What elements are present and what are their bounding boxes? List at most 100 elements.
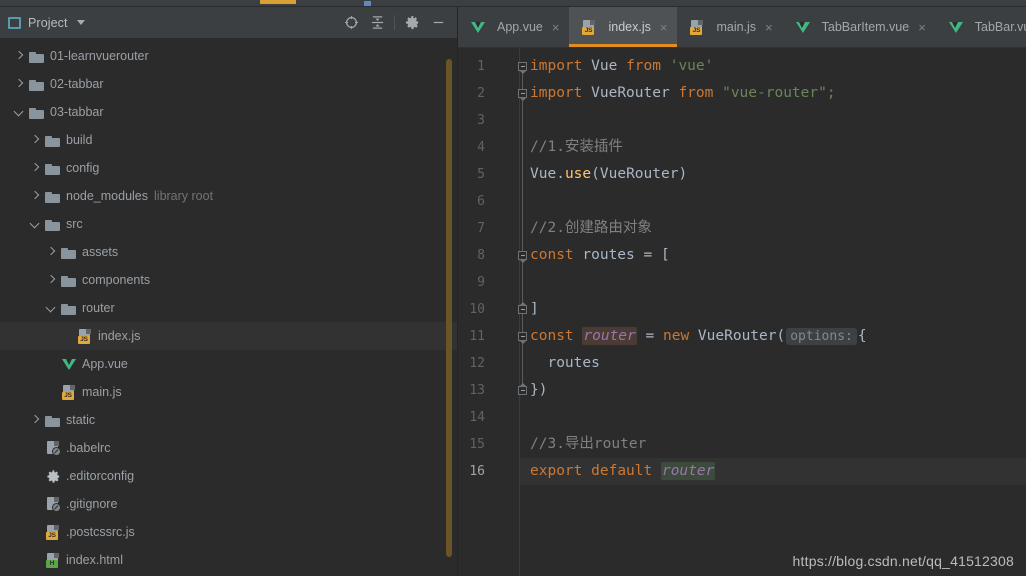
- line-number: 8: [477, 248, 485, 263]
- code-surface[interactable]: import Vue from 'vue' import VueRouter fr…: [520, 48, 1026, 576]
- chevron-down-icon[interactable]: [14, 107, 25, 118]
- editor-tab-index-js[interactable]: JS index.js ×: [569, 7, 678, 47]
- code-line-8[interactable]: const routes = [: [530, 242, 670, 269]
- code-line-7[interactable]: //2.创建路由对象: [530, 215, 652, 242]
- tree-item-label: .babelrc: [66, 441, 111, 455]
- tree-item-build[interactable]: build: [0, 126, 457, 154]
- project-tree[interactable]: 01-learnvuerouter 02-tabbar 03-tabbar build…: [0, 39, 457, 576]
- close-icon[interactable]: ×: [552, 21, 560, 34]
- tree-item-label: .postcssrc.js: [66, 525, 135, 539]
- editor-area[interactable]: 1 2 3 4 5 6 7 8 9 10 11 12 13 14 15 16 import Vue from …: [458, 48, 1026, 576]
- chevron-down-icon[interactable]: [76, 20, 85, 25]
- js-file-icon: JS: [77, 328, 93, 344]
- project-panel-scrollbar[interactable]: [446, 59, 452, 557]
- tree-item-config[interactable]: config: [0, 154, 457, 182]
- js-file-icon: JS: [689, 19, 705, 35]
- project-panel-title: Project: [28, 15, 68, 30]
- tree-item-01-learnvuerouter[interactable]: 01-learnvuerouter: [0, 42, 457, 70]
- tree-item-index-html[interactable]: Hindex.html: [0, 546, 457, 574]
- chevron-down-icon[interactable]: [46, 303, 57, 314]
- project-panel-actions: [338, 10, 451, 36]
- chevron-right-icon[interactable]: [30, 135, 41, 146]
- chevron-right-icon[interactable]: [14, 79, 25, 90]
- code-line-12[interactable]: routes: [530, 350, 599, 377]
- code-line-13[interactable]: }): [530, 377, 547, 404]
- editor-tab-label: main.js: [716, 20, 757, 34]
- editor-tab-app-vue[interactable]: App.vue ×: [458, 7, 570, 47]
- toolbar-orange-marker: [260, 0, 296, 4]
- tree-item-editorconfig[interactable]: .editorconfig: [0, 462, 457, 490]
- tree-item-label: .gitignore: [66, 497, 118, 511]
- editor-tab-main-js[interactable]: JS main.js ×: [677, 7, 783, 47]
- code-line-10[interactable]: ]: [530, 296, 539, 323]
- folder-icon: [45, 132, 61, 148]
- tree-item-src[interactable]: src: [0, 210, 457, 238]
- project-title-group[interactable]: Project: [8, 16, 85, 30]
- vue-file-icon: [795, 19, 811, 35]
- tree-item-index-js[interactable]: JS index.js: [0, 322, 457, 350]
- line-number: 1: [477, 59, 485, 74]
- tree-item-label: index.js: [98, 329, 141, 343]
- editor-pane: App.vue × JS index.js × JS main.js × TabBarItem.…: [458, 7, 1026, 576]
- folder-icon: [45, 216, 61, 232]
- vue-file-icon: [61, 356, 77, 372]
- code-line-2[interactable]: import VueRouter from "vue-router";: [530, 80, 836, 107]
- code-line-5[interactable]: Vue.use(VueRouter): [530, 161, 687, 188]
- tree-item-app-vue[interactable]: App.vue: [0, 350, 457, 378]
- gear-file-icon: [45, 468, 61, 484]
- close-icon[interactable]: ×: [918, 21, 926, 34]
- chevron-right-icon[interactable]: [30, 191, 41, 202]
- collapse-all-icon[interactable]: [364, 10, 390, 36]
- editor-tab-tabbaritem-vue[interactable]: TabBarItem.vue ×: [782, 7, 936, 47]
- line-number: 3: [477, 113, 485, 128]
- tree-item-label: 01-learnvuerouter: [50, 49, 149, 63]
- tree-item-node-modules[interactable]: node_modules library root: [0, 182, 457, 210]
- tree-item-label: .editorconfig: [66, 469, 135, 483]
- gear-icon[interactable]: [399, 10, 425, 36]
- tree-item-label: node_modules: [66, 189, 149, 203]
- chevron-right-icon[interactable]: [46, 275, 57, 286]
- minimize-icon[interactable]: [425, 10, 451, 36]
- code-line-11[interactable]: const router = new VueRouter(options:{: [530, 323, 867, 350]
- chevron-down-icon[interactable]: [30, 219, 41, 230]
- tree-item-main-js[interactable]: JS main.js: [0, 378, 457, 406]
- chevron-right-icon[interactable]: [14, 51, 25, 62]
- tree-item-gitignore[interactable]: .gitignore: [0, 490, 457, 518]
- line-number: 5: [477, 167, 485, 182]
- locate-target-icon[interactable]: [338, 10, 364, 36]
- editor-tab-tabbar-vue[interactable]: TabBar.vue×: [935, 7, 1026, 47]
- line-number: 4: [477, 140, 485, 155]
- code-line-4[interactable]: //1.安装插件: [530, 134, 623, 161]
- line-number: 11: [469, 329, 485, 344]
- tree-item-assets[interactable]: assets: [0, 238, 457, 266]
- close-icon[interactable]: ×: [765, 21, 773, 34]
- editor-gutter[interactable]: 1 2 3 4 5 6 7 8 9 10 11 12 13 14 15 16: [458, 48, 527, 576]
- code-line-16[interactable]: export default router: [530, 458, 716, 485]
- tree-item-03-tabbar[interactable]: 03-tabbar: [0, 98, 457, 126]
- editor-tab-bar[interactable]: App.vue × JS index.js × JS main.js × TabBarItem.…: [458, 7, 1026, 48]
- editor-tab-label: index.js: [608, 20, 651, 34]
- top-toolbar-strip: [0, 0, 1026, 7]
- tree-item-babelrc[interactable]: .babelrc: [0, 434, 457, 462]
- tree-item-02-tabbar[interactable]: 02-tabbar: [0, 70, 457, 98]
- tree-item-static[interactable]: static: [0, 406, 457, 434]
- line-number: 12: [469, 356, 485, 371]
- tree-item-label: 02-tabbar: [50, 77, 104, 91]
- code-line-1[interactable]: import Vue from 'vue': [530, 53, 713, 80]
- tree-item-components[interactable]: components: [0, 266, 457, 294]
- js-file-icon: JS: [581, 19, 597, 35]
- chevron-right-icon[interactable]: [30, 163, 41, 174]
- editor-tab-label: App.vue: [497, 20, 543, 34]
- tree-item-router[interactable]: router: [0, 294, 457, 322]
- folder-icon: [45, 188, 61, 204]
- chevron-right-icon[interactable]: [30, 415, 41, 426]
- chevron-right-icon[interactable]: [46, 247, 57, 258]
- close-icon[interactable]: ×: [660, 21, 668, 34]
- project-panel-header: Project: [0, 7, 457, 39]
- code-line-15[interactable]: //3.导出router: [530, 431, 646, 458]
- tree-item-postcssrc-js[interactable]: JS .postcssrc.js: [0, 518, 457, 546]
- tree-item-label: router: [82, 301, 115, 315]
